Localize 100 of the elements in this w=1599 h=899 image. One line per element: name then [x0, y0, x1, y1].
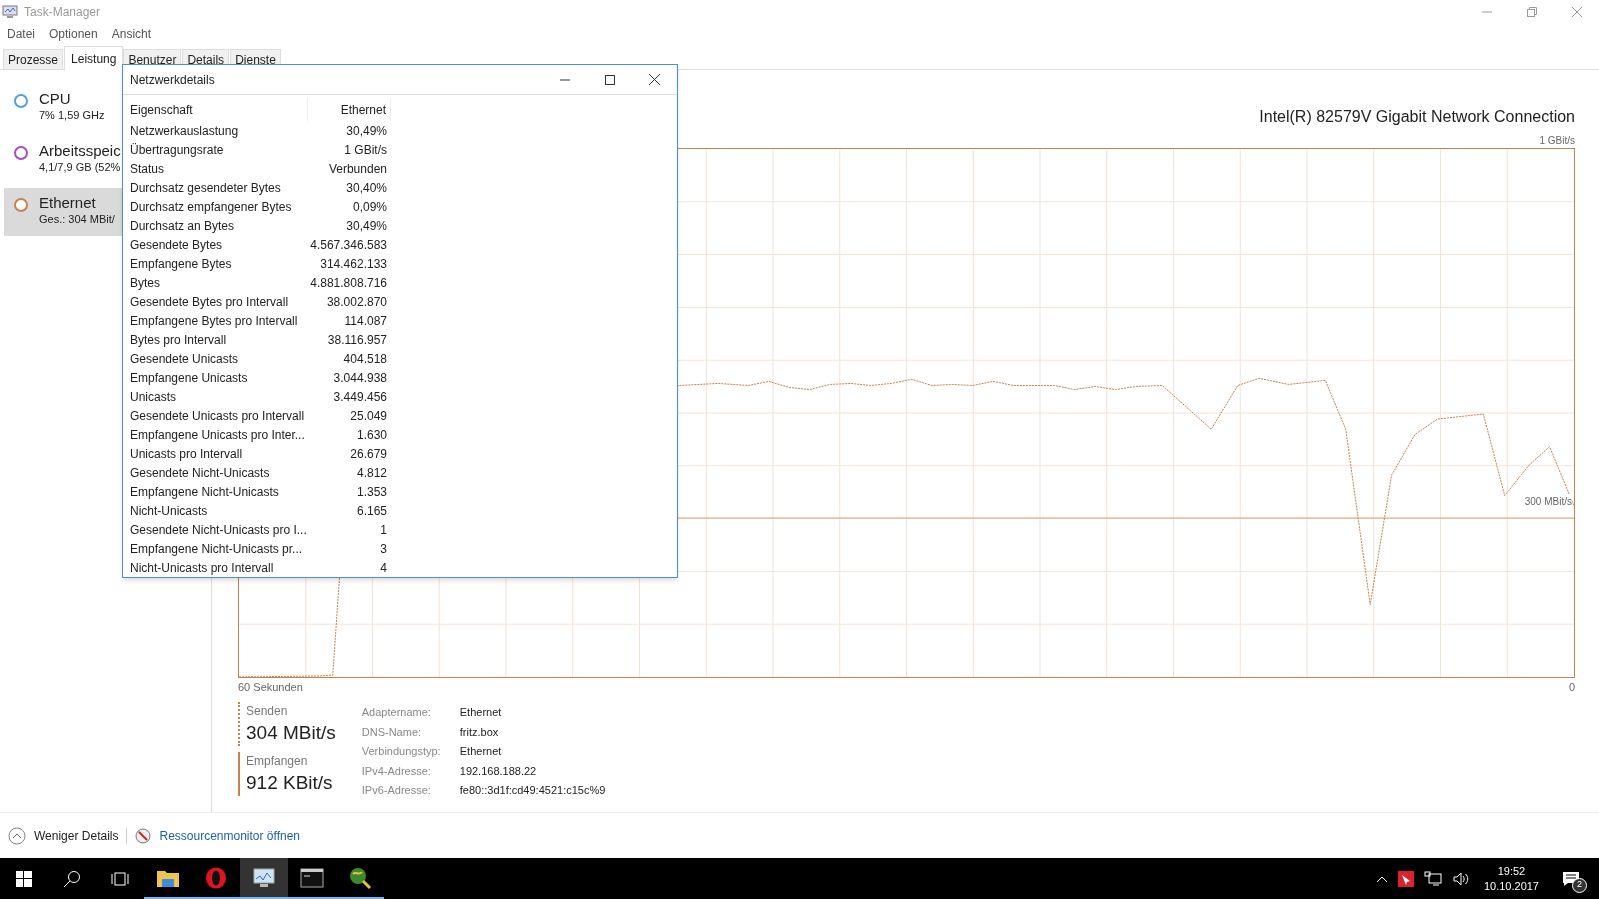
- value-cell-text: 25.049: [349, 407, 388, 425]
- cursor-tray-icon[interactable]: [1397, 870, 1414, 887]
- windows-logo-icon: [16, 870, 32, 887]
- globe-magnifier-icon: [348, 865, 372, 890]
- detail-value: Ethernet: [459, 744, 503, 759]
- value-cell-text: 3.449.456: [332, 388, 388, 406]
- stat-label: Senden: [246, 703, 289, 720]
- value-cell-text: 3: [379, 540, 388, 558]
- maximize-icon: [604, 74, 615, 85]
- property-cell-text: Gesendete Bytes pro Intervall: [130, 293, 290, 311]
- value-cell-text: 1 GBit/s: [343, 141, 388, 159]
- value-cell-text: 314.462.133: [319, 255, 388, 273]
- restore-icon: [1526, 6, 1537, 17]
- clock[interactable]: 19:52 10.10.2017: [1479, 863, 1543, 894]
- taskbar-app[interactable]: [240, 858, 288, 899]
- value-cell-text: 38.116.957: [326, 331, 388, 349]
- value-cell-text: 26.679: [349, 445, 388, 463]
- property-cell-text: Unicasts: [130, 388, 177, 406]
- item-name: Arbeitsspeic: [39, 142, 121, 161]
- window-title: Task-Manager: [24, 3, 101, 21]
- property-cell-text: Unicasts pro Intervall: [130, 445, 244, 463]
- search-icon: [63, 869, 81, 888]
- value-cell-text: 4.881.808.716: [309, 274, 388, 292]
- detail-label: Verbindungstyp:: [361, 744, 442, 759]
- stat-value: 912 KBit/s: [246, 771, 334, 795]
- property-cell-text: Status: [130, 160, 166, 178]
- detail-value: Ethernet: [459, 705, 503, 720]
- detail-value: fe80::3d1f:cd49:4521:c15c%9: [459, 783, 606, 798]
- property-cell-text: Gesendete Unicasts: [130, 350, 240, 368]
- property-cell-text: Gesendete Nicht-Unicasts: [130, 464, 271, 482]
- property-cell-text: Bytes: [130, 274, 161, 292]
- stat-label: Empfangen: [246, 753, 309, 770]
- value-cell-text: 30,40%: [345, 179, 388, 197]
- speaker-icon[interactable]: [1451, 870, 1470, 887]
- value-cell-text: 1: [379, 521, 388, 539]
- value-cell-text: 404.518: [342, 350, 388, 368]
- close-icon: [1571, 6, 1582, 17]
- notification-button[interactable]: 2: [1553, 863, 1589, 894]
- property-cell-text: Empfangene Unicasts: [130, 369, 249, 387]
- menu-item[interactable]: Optionen: [44, 24, 103, 43]
- detail-value: 192.168.188.22: [459, 763, 538, 779]
- stat-value: 304 MBit/s: [246, 721, 336, 745]
- property-cell-text: Empfangene Bytes: [130, 255, 233, 273]
- property-cell-text: Nicht-Unicasts pro Intervall: [130, 559, 275, 577]
- detail-label: Adaptername:: [361, 705, 432, 720]
- value-cell-text: 4.567.346.583: [309, 236, 388, 254]
- property-cell-text: Nicht-Unicasts: [130, 502, 209, 520]
- value-cell-text: 0,09%: [351, 198, 388, 216]
- value-cell-text: 114.087: [343, 312, 388, 330]
- detail-value: fritz.box: [459, 724, 500, 740]
- chevron-up-icon[interactable]: [1375, 874, 1388, 883]
- property-cell-text: Empfangene Unicasts pro Inter...: [130, 426, 306, 444]
- monitor-chart-icon: [2, 4, 18, 19]
- value-cell-text: 6.165: [355, 502, 388, 520]
- value-cell-text: 30,49%: [345, 122, 388, 140]
- clock-date: 10.10.2017: [1483, 878, 1539, 894]
- value-cell-text: 4: [379, 559, 388, 577]
- tab[interactable]: Leistung: [64, 46, 124, 70]
- value-cell-text: 3.044.938: [332, 369, 388, 387]
- chevron-up-icon: [8, 826, 26, 845]
- property-cell-text: Bytes pro Intervall: [130, 331, 228, 349]
- property-cell-text: Netzwerkauslastung: [130, 122, 240, 140]
- column-header[interactable]: Ethernet: [308, 98, 391, 121]
- item-detail: 7% 1,59 GHz: [39, 108, 105, 123]
- less-details-button[interactable]: Weniger Details: [8, 826, 119, 845]
- value-cell-text: 38.002.870: [325, 293, 388, 311]
- value-cell-text: Verbunden: [327, 160, 388, 178]
- network-icon[interactable]: [1423, 870, 1442, 887]
- value-cell-text: 1.630: [355, 426, 388, 444]
- terminal-icon: [300, 867, 324, 888]
- property-cell-text: Empfangene Nicht-Unicasts: [130, 483, 280, 501]
- property-cell-text: Empfangene Bytes pro Intervall: [130, 312, 299, 330]
- item-name: CPU: [39, 90, 72, 109]
- property-cell-text: Gesendete Nicht-Unicasts pro I...: [130, 521, 308, 539]
- column-header[interactable]: Eigenschaft: [130, 98, 308, 121]
- ring-logo-icon: [205, 866, 227, 889]
- property-cell-text: Übertragungsrate: [130, 141, 225, 159]
- task-view-icon: [110, 871, 130, 886]
- menu-item[interactable]: Datei: [2, 24, 40, 43]
- axis-max-label: 1 GBit/s: [1539, 134, 1575, 147]
- value-cell-text: 4.812: [355, 464, 388, 482]
- detail-label: IPv4-Adresse:: [361, 763, 432, 779]
- item-detail: Ges.: 304 MBit/: [39, 212, 115, 227]
- close-icon: [649, 74, 660, 85]
- item-detail: 4,1/7,9 GB (52%: [39, 160, 121, 175]
- adapter-title: Intel(R) 82579V Gigabit Network Connection: [1259, 107, 1575, 127]
- value-cell-text: 1.353: [355, 483, 388, 501]
- axis-end-label: 0: [1568, 679, 1575, 695]
- resource-monitor-link[interactable]: Ressourcenmonitor öffnen: [159, 826, 300, 845]
- axis-start-label: 60 Sekunden: [238, 679, 303, 695]
- item-name: Ethernet: [39, 194, 97, 213]
- detail-label: IPv6-Adresse:: [361, 783, 432, 798]
- dialog-title: Netzwerkdetails: [130, 71, 215, 89]
- property-cell-text: Empfangene Nicht-Unicasts pr...: [130, 540, 304, 558]
- value-cell-text: 30,49%: [345, 217, 388, 235]
- menu-item[interactable]: Ansicht: [106, 24, 157, 43]
- property-cell-text: Gesendete Bytes: [130, 236, 224, 254]
- monitor-chart-icon: [252, 866, 276, 889]
- tab[interactable]: Prozesse: [3, 49, 64, 69]
- clock-time: 19:52: [1497, 863, 1526, 879]
